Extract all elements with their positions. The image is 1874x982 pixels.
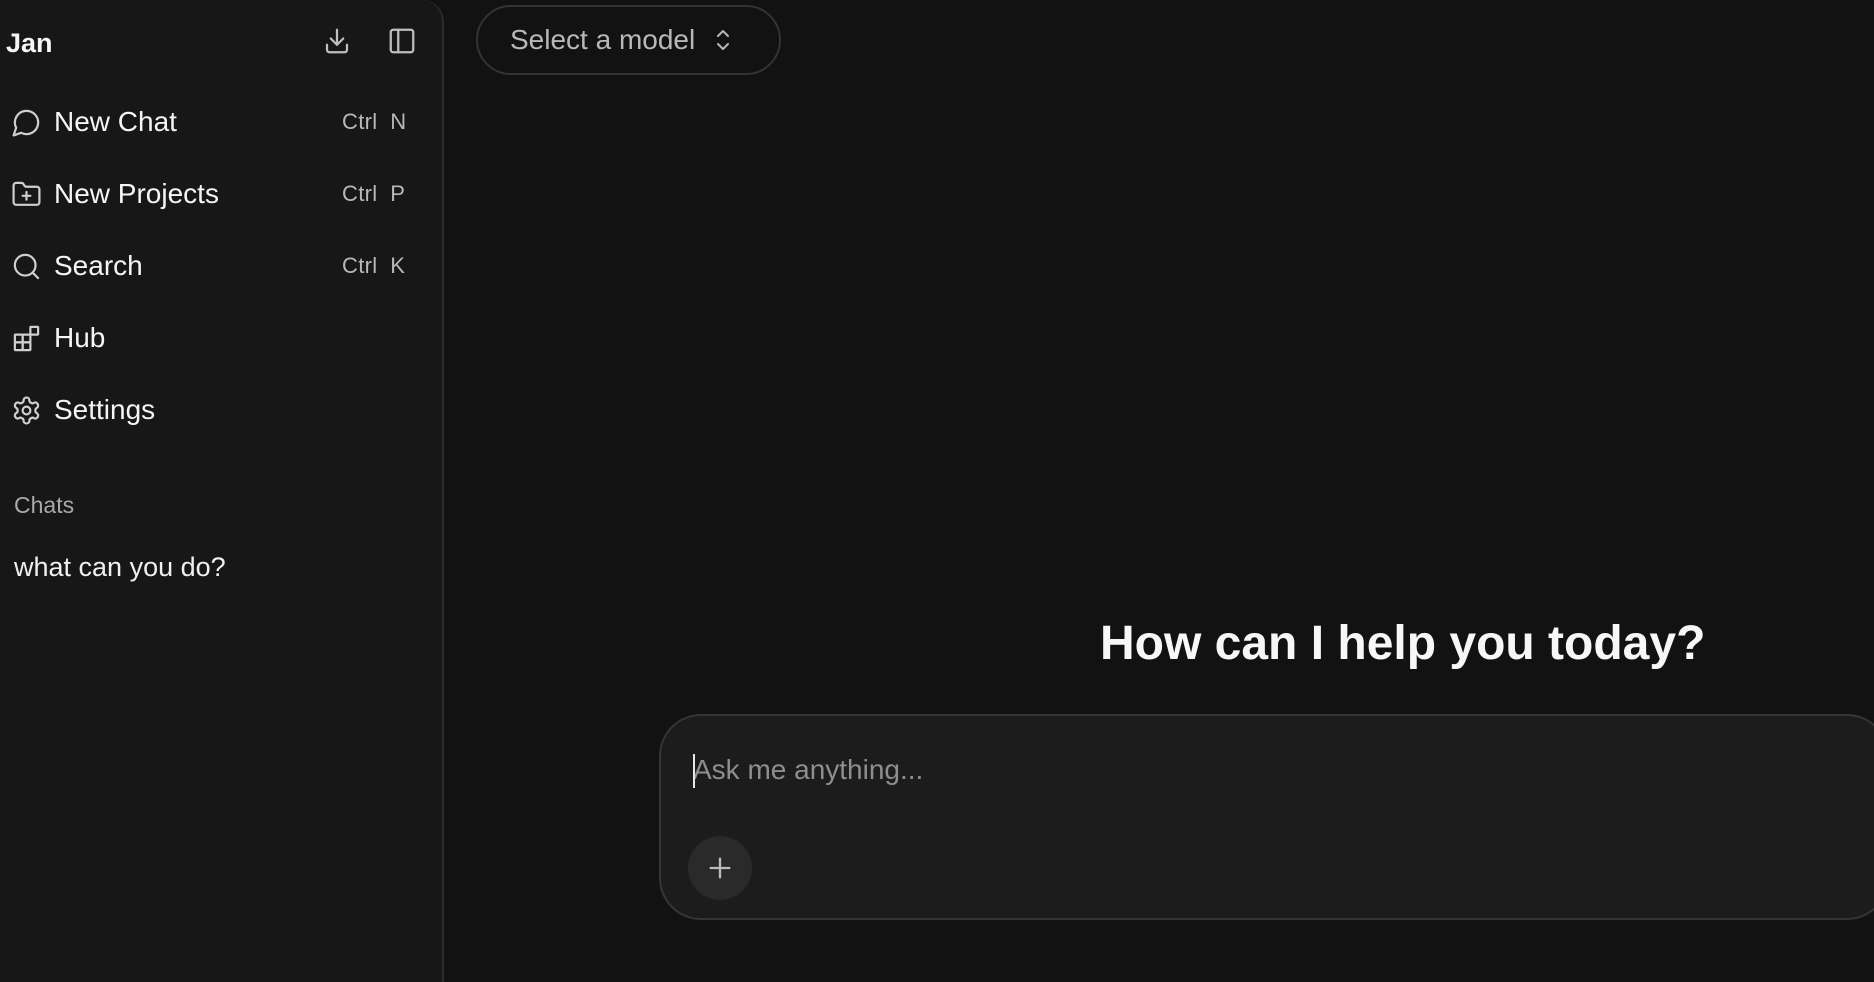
nav-settings[interactable]: Settings (0, 381, 420, 439)
greeting-heading: How can I help you today? (1100, 617, 1706, 670)
chat-input[interactable] (693, 750, 1793, 790)
search-icon (4, 244, 48, 288)
model-select-label: Select a model (510, 24, 696, 55)
plus-icon (709, 857, 731, 879)
text-caret (693, 754, 695, 788)
nav-new-projects-label: New Projects (54, 178, 219, 209)
nav-new-chat[interactable]: New Chat Ctrl N (0, 93, 420, 151)
nav-new-projects[interactable]: New Projects Ctrl P (0, 165, 420, 223)
gear-icon (4, 388, 48, 432)
chat-history-item[interactable]: what can you do? (14, 552, 226, 583)
download-icon[interactable] (318, 22, 356, 60)
chat-bubble-icon (4, 100, 48, 144)
apps-grid-icon (4, 316, 48, 360)
add-attachment-button[interactable] (688, 836, 752, 900)
nav-new-chat-label: New Chat (54, 106, 177, 137)
nav-search-shortcut: Ctrl K (342, 253, 406, 278)
nav-new-chat-shortcut: Ctrl N (342, 109, 407, 134)
nav-new-projects-shortcut: Ctrl P (342, 181, 406, 206)
sidebar-toggle-icon[interactable] (383, 22, 421, 60)
app-brand: Jan (6, 28, 53, 58)
nav-hub[interactable]: Hub (0, 309, 420, 367)
chevrons-up-down-icon (711, 25, 735, 55)
chats-section-label: Chats (14, 492, 75, 518)
nav-hub-label: Hub (54, 322, 106, 353)
chat-composer (659, 714, 1874, 920)
sidebar: Jan New Chat Ctrl N New Projects Ctrl P … (0, 0, 444, 982)
nav-settings-label: Settings (54, 394, 156, 425)
folder-plus-icon (4, 172, 48, 216)
nav-search-label: Search (54, 250, 143, 281)
model-select-dropdown[interactable]: Select a model (476, 5, 781, 75)
nav-search[interactable]: Search Ctrl K (0, 237, 420, 295)
app-window: Jan New Chat Ctrl N New Projects Ctrl P … (0, 0, 1874, 982)
